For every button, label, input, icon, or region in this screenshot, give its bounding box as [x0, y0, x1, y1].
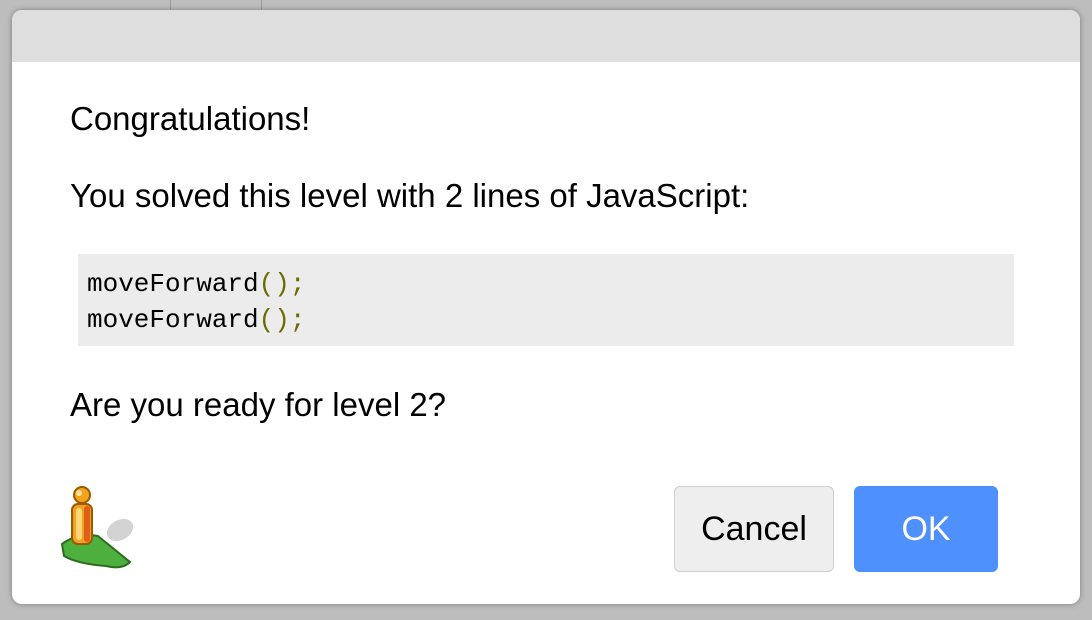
- pegman-icon: [58, 486, 134, 572]
- code-function-name: moveForward: [87, 305, 259, 335]
- dialog-heading: Congratulations!: [70, 100, 311, 137]
- cancel-button[interactable]: Cancel: [674, 486, 834, 572]
- ok-button[interactable]: OK: [854, 486, 998, 572]
- code-function-name: moveForward: [87, 269, 259, 299]
- code-line: moveForward();: [87, 302, 1005, 338]
- code-parens: (): [258, 269, 290, 299]
- congratulations-dialog: Congratulations! You solved this level w…: [12, 10, 1080, 604]
- next-level-question: Are you ready for level 2?: [70, 386, 447, 423]
- code-semicolon: ;: [289, 269, 306, 299]
- solution-summary: You solved this level with 2 lines of Ja…: [70, 177, 750, 214]
- code-parens: (): [258, 305, 290, 335]
- code-semicolon: ;: [289, 305, 306, 335]
- code-block: moveForward(); moveForward();: [78, 254, 1014, 346]
- dialog-titlebar: [12, 10, 1080, 62]
- code-line: moveForward();: [87, 266, 1005, 302]
